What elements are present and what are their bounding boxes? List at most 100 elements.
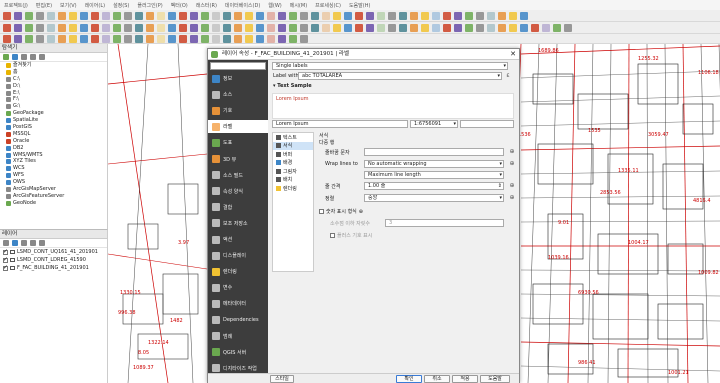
tool-icon[interactable] — [520, 23, 528, 32]
tool-icon[interactable] — [146, 23, 154, 32]
tool-icon[interactable] — [542, 23, 550, 32]
tool-icon[interactable] — [300, 23, 308, 32]
sample-text-input[interactable]: Lorem Ipsum — [272, 120, 408, 128]
tool-icon[interactable] — [47, 23, 55, 32]
tool-icon[interactable] — [157, 34, 165, 43]
tool-icon[interactable] — [487, 11, 495, 20]
menu-item[interactable]: 프로젝트(J) — [4, 2, 28, 9]
tool-icon[interactable] — [267, 11, 275, 20]
tool-icon[interactable] — [311, 23, 319, 32]
nav-item[interactable]: 도표 — [208, 136, 268, 149]
tool-icon[interactable] — [432, 23, 440, 32]
line-height-spinbox[interactable]: 1.00 줄 ⇕ — [364, 182, 504, 190]
tool-icon[interactable] — [168, 23, 176, 32]
filter-icon[interactable] — [21, 54, 27, 60]
tool-icon[interactable] — [168, 34, 176, 43]
tool-icon[interactable] — [278, 34, 286, 43]
tool-icon[interactable] — [58, 34, 66, 43]
tool-icon[interactable] — [212, 23, 220, 32]
tool-icon[interactable] — [234, 34, 242, 43]
tool-icon[interactable] — [102, 11, 110, 20]
text-settings-item[interactable]: 그림자 — [273, 167, 313, 176]
tool-icon[interactable] — [14, 34, 22, 43]
nav-item[interactable]: 변수 — [208, 281, 268, 294]
nav-item[interactable]: 액션 — [208, 233, 268, 246]
refresh-icon[interactable] — [12, 54, 18, 60]
browser-item[interactable]: OWS — [0, 179, 107, 186]
tool-icon[interactable] — [333, 23, 341, 32]
text-settings-item[interactable]: 렌더링 — [273, 184, 313, 193]
decimal-places-spinbox[interactable]: 3 — [385, 219, 504, 227]
tool-icon[interactable] — [421, 23, 429, 32]
tool-icon[interactable] — [509, 11, 517, 20]
tool-icon[interactable] — [124, 23, 132, 32]
alignment-select[interactable]: 중앙 ▾ — [364, 194, 504, 202]
tool-icon[interactable] — [410, 23, 418, 32]
tool-icon[interactable] — [102, 23, 110, 32]
menu-item[interactable]: 보기(V) — [60, 2, 77, 9]
text-settings-item[interactable]: 버퍼 — [273, 150, 313, 159]
tool-icon[interactable] — [135, 11, 143, 20]
data-defined-icon[interactable]: ⊕ — [508, 148, 516, 156]
tool-icon[interactable] — [113, 23, 121, 32]
tool-icon[interactable] — [80, 23, 88, 32]
tool-icon[interactable] — [157, 11, 165, 20]
tool-icon[interactable] — [498, 11, 506, 20]
tool-icon[interactable] — [201, 23, 209, 32]
menu-item[interactable]: 벡터(O) — [171, 2, 188, 9]
tool-icon[interactable] — [190, 11, 198, 20]
tool-icon[interactable] — [135, 23, 143, 32]
tool-icon[interactable] — [476, 11, 484, 20]
tool-icon[interactable] — [421, 11, 429, 20]
remove-icon[interactable] — [39, 240, 45, 246]
tool-icon[interactable] — [3, 23, 11, 32]
browser-item[interactable]: 즐겨찾기 — [0, 62, 107, 69]
tool-icon[interactable] — [377, 23, 385, 32]
background-color-select[interactable] — [460, 120, 514, 128]
menu-item[interactable]: 설정(S) — [113, 2, 129, 9]
tool-icon[interactable] — [465, 11, 473, 20]
ok-button[interactable]: 확인 — [396, 375, 422, 383]
tool-icon[interactable] — [223, 34, 231, 43]
tool-icon[interactable] — [36, 11, 44, 20]
layer-item[interactable]: LSMD_CONT_LDREG_41590 — [0, 256, 107, 264]
tool-icon[interactable] — [443, 23, 451, 32]
tool-icon[interactable] — [432, 11, 440, 20]
menu-item[interactable]: 래스터(R) — [196, 2, 217, 9]
text-settings-item[interactable]: 텍스트 — [273, 133, 313, 142]
group-icon[interactable] — [30, 240, 36, 246]
browser-item[interactable]: WCS — [0, 165, 107, 172]
tool-icon[interactable] — [25, 34, 33, 43]
tool-icon[interactable] — [14, 11, 22, 20]
tool-icon[interactable] — [366, 11, 374, 20]
tool-icon[interactable] — [179, 23, 187, 32]
tool-icon[interactable] — [267, 34, 275, 43]
tool-icon[interactable] — [245, 34, 253, 43]
tool-icon[interactable] — [135, 34, 143, 43]
tool-icon[interactable] — [289, 11, 297, 20]
browser-item[interactable]: GeoNode — [0, 200, 107, 207]
tool-icon[interactable] — [256, 34, 264, 43]
tool-icon[interactable] — [267, 23, 275, 32]
tool-icon[interactable] — [113, 34, 121, 43]
nav-item[interactable]: 디스플레이 — [208, 249, 268, 262]
tool-icon[interactable] — [124, 11, 132, 20]
tool-icon[interactable] — [531, 23, 539, 32]
tool-icon[interactable] — [168, 11, 176, 20]
layer-item[interactable]: LSMD_CONT_UQ161_41_201901 — [0, 248, 107, 256]
browser-item[interactable]: GeoPackage — [0, 110, 107, 117]
tool-icon[interactable] — [300, 34, 308, 43]
data-defined-icon[interactable]: ⊕ — [508, 160, 516, 168]
menu-item[interactable]: 플러그인(P) — [137, 2, 162, 9]
filter-icon[interactable] — [21, 240, 27, 246]
tool-icon[interactable] — [355, 11, 363, 20]
layer-item[interactable]: F_FAC_BUILDING_41_201901 — [0, 264, 107, 272]
tool-icon[interactable] — [47, 11, 55, 20]
tool-icon[interactable] — [256, 11, 264, 20]
tool-icon[interactable] — [25, 11, 33, 20]
info-icon[interactable] — [39, 54, 45, 60]
layer-visibility-checkbox[interactable] — [3, 256, 8, 264]
menu-item[interactable]: 메시(M) — [290, 2, 307, 9]
tool-icon[interactable] — [410, 11, 418, 20]
tool-icon[interactable] — [300, 11, 308, 20]
